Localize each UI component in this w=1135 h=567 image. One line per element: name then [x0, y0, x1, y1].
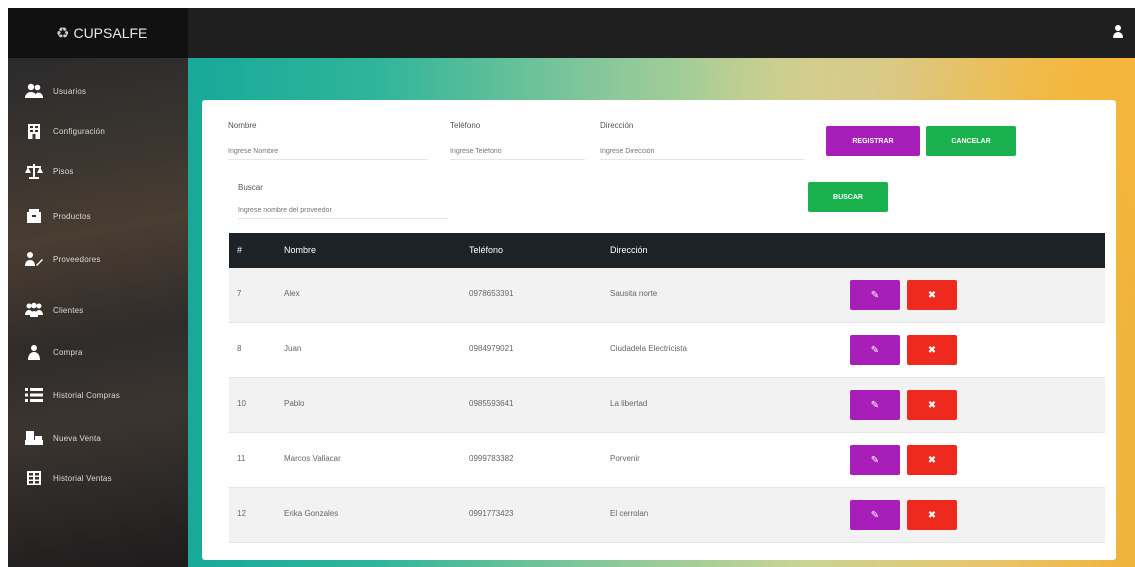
cell-nombre: Alex: [284, 289, 300, 298]
sidebar-item-configuracion[interactable]: Configuración: [8, 116, 188, 146]
cell-telefono: 0991773423: [469, 509, 514, 518]
edit-button[interactable]: ✎: [850, 280, 900, 310]
brand[interactable]: ♻ CUPSALFE: [8, 8, 188, 58]
cell-id: 8: [237, 344, 242, 353]
list-icon: [23, 386, 45, 404]
edit-icon: ✎: [870, 509, 880, 521]
sidebar-item-label: Productos: [53, 211, 91, 221]
sidebar-item-label: Clientes: [53, 305, 84, 315]
delete-button[interactable]: ✖: [907, 500, 957, 530]
sidebar-item-historial-compras[interactable]: Historial Compras: [8, 380, 188, 410]
shopping-icon: [23, 343, 45, 361]
table-row: 8 Juan 0984979021 Ciudadela Electricista…: [229, 323, 1105, 378]
delete-button[interactable]: ✖: [907, 280, 957, 310]
edit-icon: ✎: [870, 454, 880, 466]
buscar-label: Buscar: [238, 183, 263, 192]
edit-button[interactable]: ✎: [850, 500, 900, 530]
sidebar-item-compra[interactable]: Compra: [8, 337, 188, 367]
cancelar-button[interactable]: CANCELAR: [926, 126, 1016, 156]
column-header-nombre: Nombre: [284, 245, 317, 255]
direccion-label: Dirección: [600, 121, 634, 130]
brand-name: CUPSALFE: [73, 25, 148, 41]
edit-button[interactable]: ✎: [850, 390, 900, 420]
sidebar-item-usuarios[interactable]: Usuarios: [8, 76, 188, 106]
nombre-label: Nombre: [228, 121, 257, 130]
leaf-icon: ♻: [56, 25, 70, 42]
delete-button[interactable]: ✖: [907, 445, 957, 475]
sidebar-item-historial-ventas[interactable]: Historial Ventas: [8, 463, 188, 493]
delete-icon: ✖: [927, 399, 937, 411]
sidebar-item-label: Configuración: [53, 126, 105, 136]
cell-nombre: Marcos Vallacar: [284, 454, 341, 463]
box-icon: [23, 207, 45, 225]
table-row: 12 Erika Gonzales 0991773423 El cerrolan…: [229, 488, 1105, 543]
column-header-telefono: Teléfono: [469, 245, 504, 255]
delete-icon: ✖: [927, 344, 937, 356]
sidebar-item-pisos[interactable]: Pisos: [8, 156, 188, 186]
cell-id: 11: [237, 454, 246, 463]
sidebar-item-label: Usuarios: [53, 86, 87, 96]
nombre-input[interactable]: [228, 148, 428, 160]
delete-button[interactable]: ✖: [907, 335, 957, 365]
sidebar-item-label: Historial Compras: [53, 390, 120, 400]
direccion-input[interactable]: [600, 148, 805, 160]
cell-telefono: 0999783382: [469, 454, 514, 463]
cell-nombre: Erika Gonzales: [284, 509, 339, 518]
sidebar: Usuarios Configuración Pisos Productos P…: [8, 58, 188, 567]
table-row: 10 Pablo 0985593641 La libertad ✎ ✖: [229, 378, 1105, 433]
cell-telefono: 0985593641: [469, 399, 514, 408]
user-icon-head: [1115, 25, 1121, 31]
column-header-direccion: Dirección: [610, 245, 648, 255]
column-header-id: #: [237, 245, 243, 255]
table-row: 11 Marcos Vallacar 0999783382 Porvenir ✎…: [229, 433, 1105, 488]
cell-direccion: Ciudadela Electricista: [610, 344, 687, 353]
sidebar-item-productos[interactable]: Productos: [8, 201, 188, 231]
sidebar-item-label: Nueva Venta: [53, 433, 102, 443]
cell-telefono: 0984979021: [469, 344, 514, 353]
delete-icon: ✖: [927, 454, 937, 466]
sidebar-item-clientes[interactable]: Clientes: [8, 295, 188, 325]
sidebar-item-label: Pisos: [53, 166, 74, 176]
scale-icon: [23, 162, 45, 180]
cell-direccion: El cerrolan: [610, 509, 649, 518]
edit-button[interactable]: ✎: [850, 335, 900, 365]
cell-id: 7: [237, 289, 242, 298]
edit-button[interactable]: ✎: [850, 445, 900, 475]
cell-direccion: La libertad: [610, 399, 648, 408]
edit-icon: ✎: [870, 289, 880, 301]
truck-icon: [23, 250, 45, 268]
table-header: # Nombre Teléfono Dirección: [229, 233, 1105, 268]
users-icon: [23, 82, 45, 100]
sidebar-item-proveedores[interactable]: Proveedores: [8, 244, 188, 274]
telefono-label: Teléfono: [450, 121, 481, 130]
buscar-button[interactable]: BUSCAR: [808, 182, 888, 212]
top-navbar: ♻ CUPSALFE: [8, 8, 1135, 58]
cell-id: 12: [237, 509, 246, 518]
delete-icon: ✖: [927, 289, 937, 301]
building-icon: [23, 122, 45, 140]
cell-nombre: Pablo: [284, 399, 305, 408]
table-row: 7 Alex 0978653391 Sausita norte ✎ ✖: [229, 268, 1105, 323]
cell-id: 10: [237, 399, 246, 408]
group-icon: [23, 301, 45, 319]
edit-icon: ✎: [870, 399, 880, 411]
table-icon: [23, 469, 45, 487]
telefono-input[interactable]: [450, 148, 585, 160]
cash-icon: [23, 429, 45, 447]
sidebar-item-nueva-venta[interactable]: Nueva Venta: [8, 423, 188, 453]
buscar-input[interactable]: [238, 207, 448, 219]
edit-icon: ✎: [870, 344, 880, 356]
cell-telefono: 0978653391: [469, 289, 514, 298]
cell-direccion: Porvenir: [610, 454, 640, 463]
user-icon[interactable]: [1111, 25, 1125, 41]
sidebar-item-label: Historial Ventas: [53, 473, 112, 483]
sidebar-item-label: Proveedores: [53, 254, 101, 264]
user-icon-body: [1113, 32, 1123, 38]
sidebar-item-label: Compra: [53, 347, 83, 357]
cell-nombre: Juan: [284, 344, 302, 353]
delete-icon: ✖: [927, 509, 937, 521]
registrar-button[interactable]: REGISTRAR: [826, 126, 920, 156]
cell-direccion: Sausita norte: [610, 289, 658, 298]
delete-button[interactable]: ✖: [907, 390, 957, 420]
